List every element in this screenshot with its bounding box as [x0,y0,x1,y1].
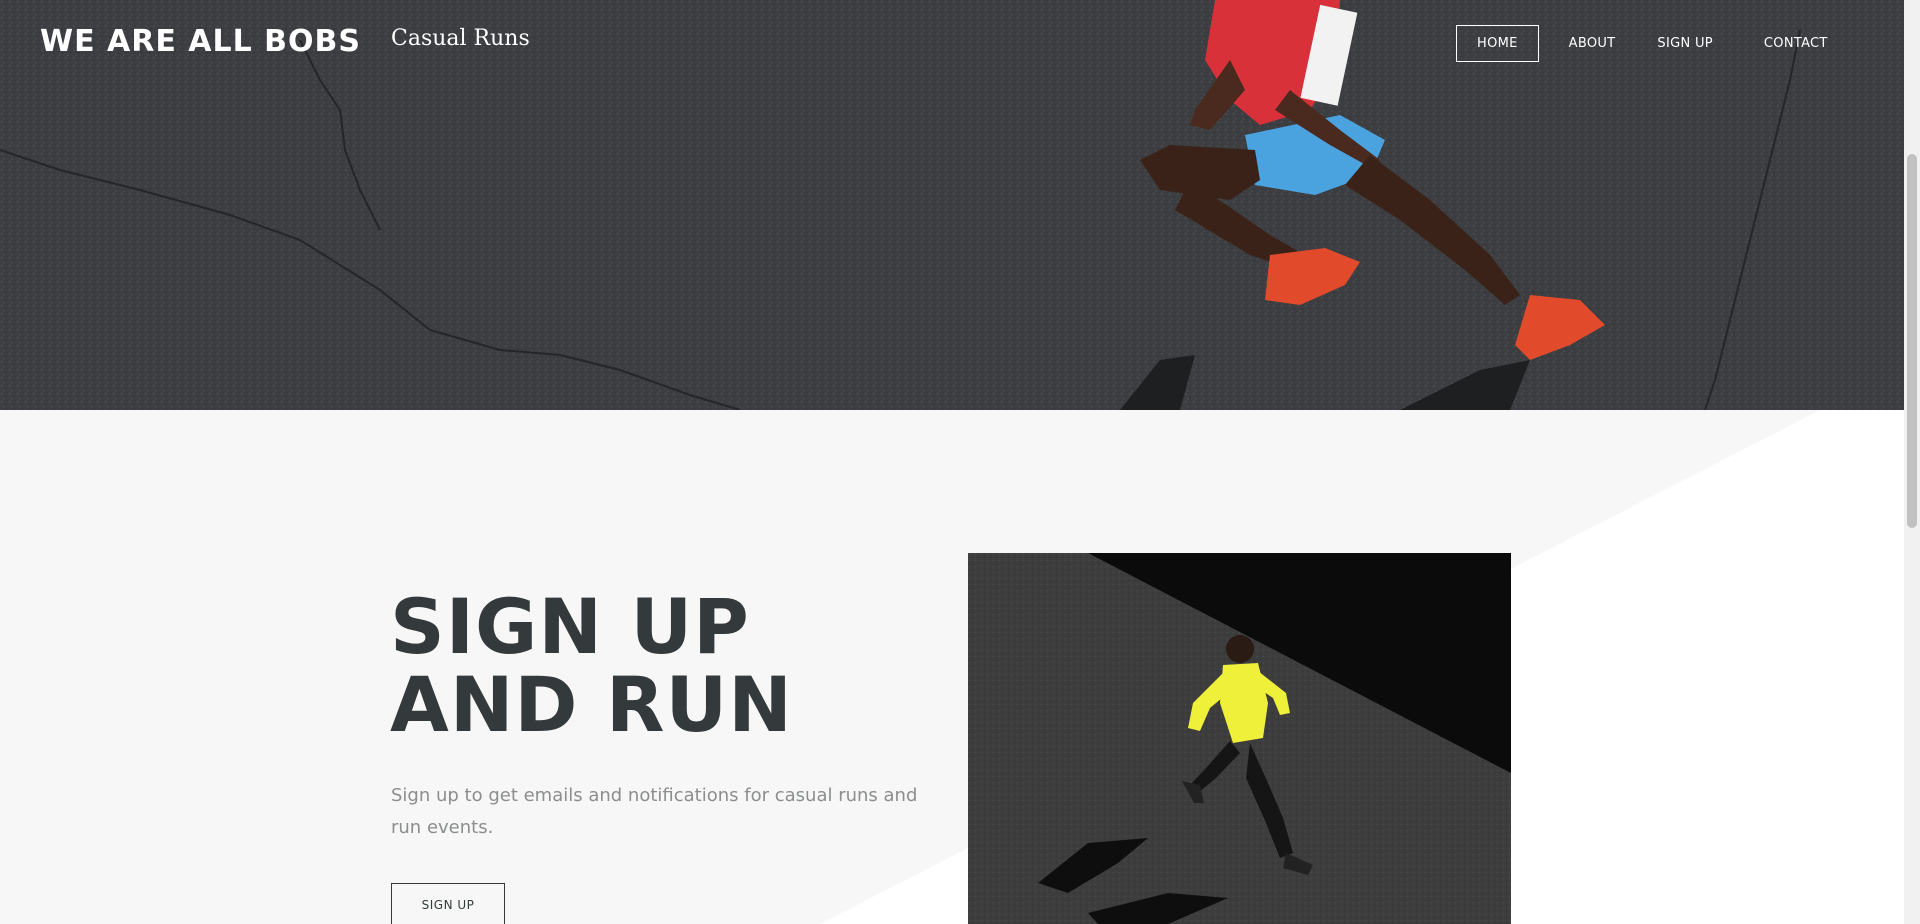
headline-line-2: AND RUN [390,660,793,749]
signup-headline: SIGN UP AND RUN [390,588,793,744]
headline-line-1: SIGN UP [390,582,750,671]
sign-up-button[interactable]: SIGN UP [391,883,505,924]
nav-sign-up[interactable]: SIGN UP [1657,26,1712,61]
site-tagline: Casual Runs [391,26,530,51]
signup-description: Sign up to get emails and notifications … [391,785,918,838]
page-scrollbar[interactable] [1904,0,1920,924]
nav-home[interactable]: HOME [1456,25,1539,62]
nav-contact[interactable]: CONTACT [1764,26,1828,61]
signup-section: SIGN UP AND RUN Sign up to get emails an… [0,410,1904,924]
hero-banner: WE ARE ALL BOBS Casual Runs HOME ABOUT S… [0,0,1904,410]
section-diagonal-background [0,410,1820,924]
scrollbar-thumb[interactable] [1907,154,1917,528]
runner-photo [968,553,1511,924]
nav-about[interactable]: ABOUT [1569,26,1616,61]
main-nav: HOME ABOUT SIGN UP CONTACT [1456,25,1828,62]
page: WE ARE ALL BOBS Casual Runs HOME ABOUT S… [0,0,1920,924]
site-brand-logo[interactable]: WE ARE ALL BOBS [40,24,361,59]
